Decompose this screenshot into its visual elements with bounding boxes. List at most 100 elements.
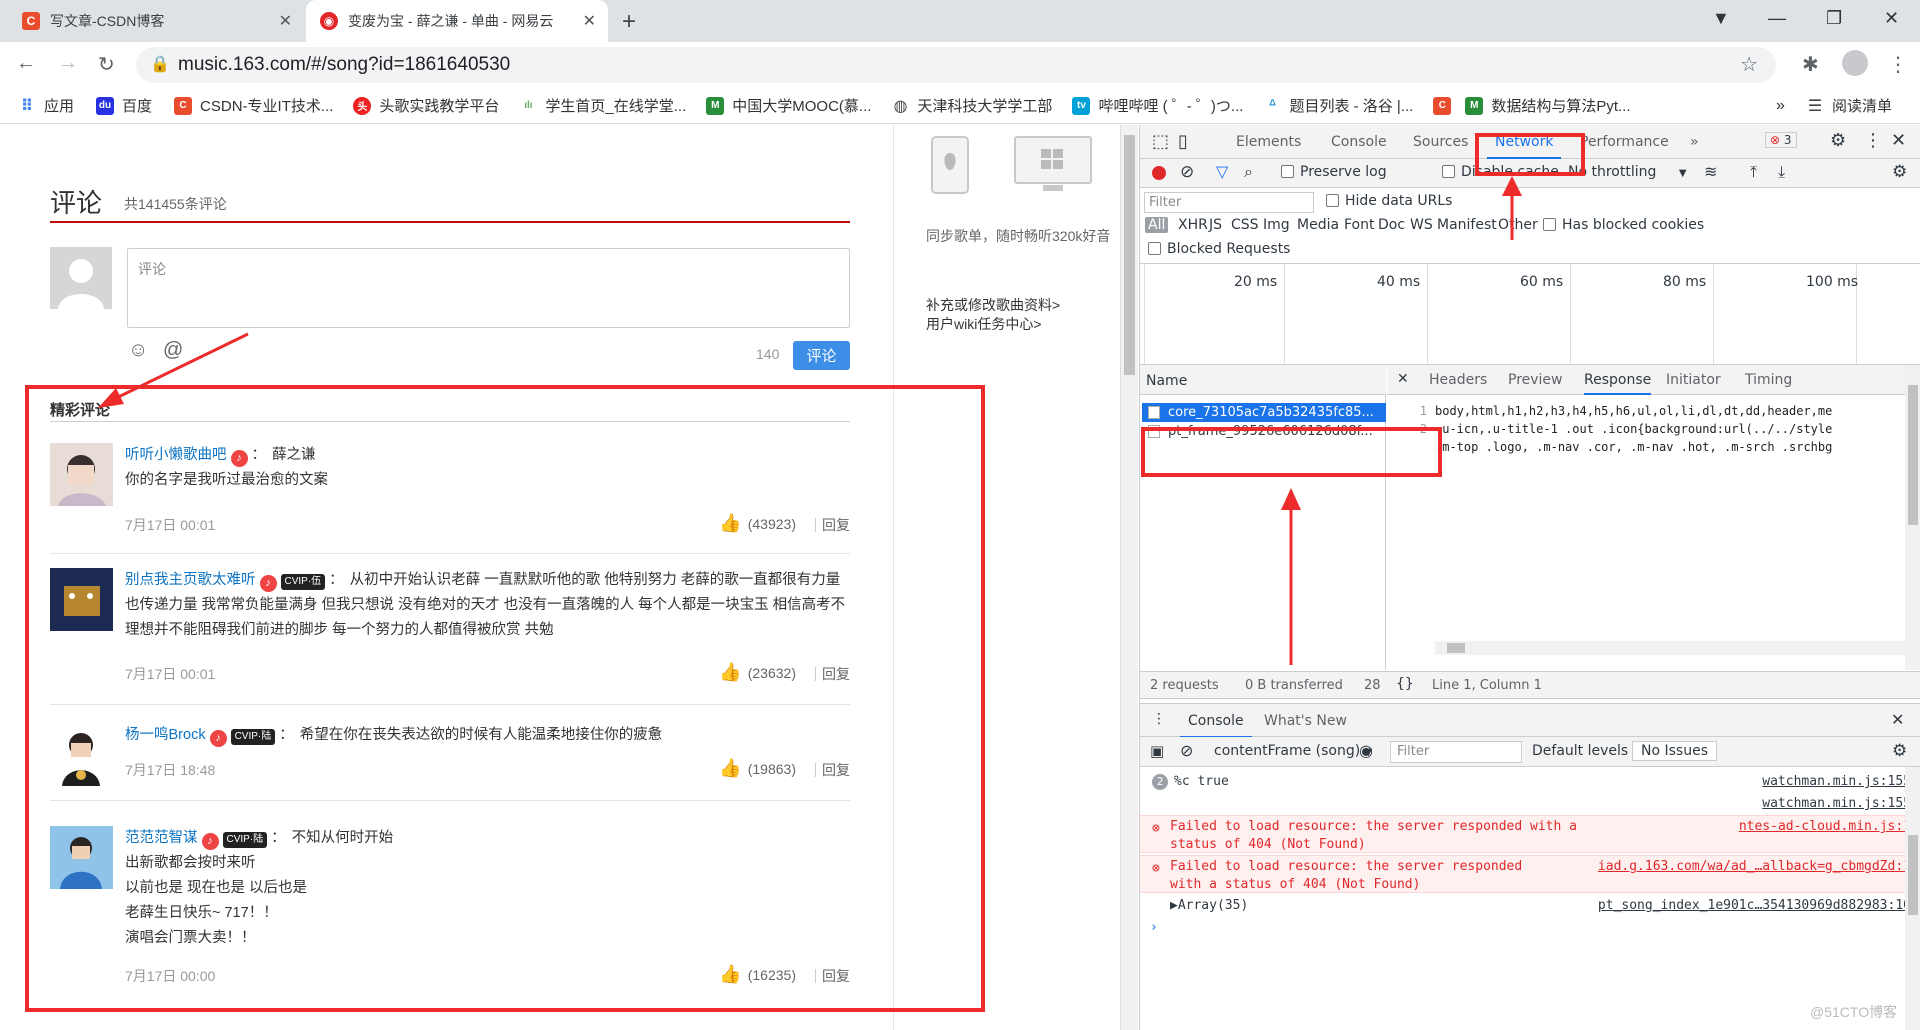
edit-song-info-link[interactable]: 补充或修改歌曲资料> [926, 296, 1060, 315]
bookmark-bilibili[interactable]: tv 哔哩哔哩 ( ゜- ゜)つ... [1072, 95, 1243, 116]
mention-icon[interactable]: @ [163, 339, 183, 362]
bookmark-star-icon[interactable]: ☆ [1740, 52, 1758, 77]
maximize-icon[interactable]: ❐ [1826, 8, 1842, 29]
filter-type-manifest[interactable]: Manifest [1437, 217, 1497, 233]
emoji-icon[interactable]: ☺ [128, 339, 148, 362]
preserve-log-checkbox[interactable]: Preserve log [1281, 164, 1387, 180]
browser-tab-csdn[interactable]: C 写文章-CSDN博客 ✕ [8, 0, 304, 42]
context-select[interactable]: contentFrame (song) ▼ [1214, 743, 1372, 759]
error-counter[interactable]: ⊗ 3 [1765, 132, 1797, 148]
bookmark-csdn[interactable]: C CSDN-专业IT技术... [174, 95, 333, 116]
clear-icon[interactable]: ⊘ [1180, 162, 1194, 182]
window-close-icon[interactable]: ✕ [1884, 8, 1899, 29]
log-levels-select[interactable]: Default levels ▼ [1532, 743, 1640, 759]
hide-data-urls-checkbox[interactable]: Hide data URLs [1326, 193, 1452, 209]
tab-initiator[interactable]: Initiator [1666, 372, 1721, 388]
close-icon[interactable]: ✕ [279, 11, 292, 31]
close-icon[interactable]: ✕ [583, 11, 596, 31]
search-icon[interactable]: ⌕ [1244, 162, 1253, 182]
drawer-tab-console[interactable]: Console [1180, 713, 1252, 738]
devtools-menu-icon[interactable]: ⋮ [1864, 130, 1882, 151]
tab-sources[interactable]: Sources [1413, 134, 1468, 150]
source-link[interactable]: iad.g.163.com/wa/ad_…allback=g_cbmgdZd:1 [1598, 858, 1905, 876]
wiki-task-link[interactable]: 用户wiki任务中心> [926, 315, 1042, 334]
bookmark-baidu[interactable]: du 百度 [96, 95, 152, 116]
filter-type-ws[interactable]: WS [1410, 217, 1433, 233]
network-filter-input[interactable]: Filter [1144, 192, 1314, 213]
source-link[interactable]: watchman.min.js:155 [1762, 773, 1905, 791]
tab-console[interactable]: Console [1331, 134, 1387, 150]
filter-type-xhr[interactable]: XHR [1178, 217, 1208, 233]
reading-list[interactable]: ☰ 阅读清单 [1806, 95, 1892, 116]
live-expression-eye-icon[interactable]: ◉ [1359, 741, 1373, 760]
wifi-conditions-icon[interactable]: ≋ [1704, 162, 1717, 181]
filter-type-css[interactable]: CSS [1231, 217, 1259, 233]
drawer-tab-whats-new[interactable]: What's New [1264, 713, 1347, 729]
bookmark-datastruct[interactable]: M 数据结构与算法Pyt... [1465, 95, 1631, 116]
bookmark-xuetang[interactable]: ılı 学生首页_在线学堂... [519, 95, 686, 116]
filter-type-img[interactable]: Img [1263, 217, 1290, 233]
menu-kebab-icon[interactable]: ⋮ [1888, 52, 1908, 77]
throttling-select[interactable]: No throttling ▼ [1568, 164, 1687, 180]
has-blocked-cookies-checkbox[interactable]: Has blocked cookies [1543, 217, 1704, 233]
back-icon[interactable]: ← [16, 52, 36, 75]
blocked-requests-checkbox[interactable]: Blocked Requests [1148, 241, 1290, 257]
extensions-icon[interactable]: ✱ [1802, 52, 1819, 77]
scrollbar-thumb[interactable] [1908, 835, 1918, 915]
filter-type-other[interactable]: Other [1498, 217, 1538, 233]
device-toolbar-icon[interactable]: ▯ [1178, 131, 1188, 152]
console-scrollbar[interactable] [1905, 767, 1920, 1030]
console-settings-icon[interactable]: ⚙ [1892, 741, 1907, 761]
close-devtools-icon[interactable]: ✕ [1891, 130, 1906, 151]
minimize-icon[interactable]: — [1768, 8, 1786, 29]
tab-response[interactable]: Response [1584, 372, 1652, 395]
scrollbar-thumb[interactable] [1447, 643, 1465, 653]
address-bar[interactable]: 🔒 music.163.com/#/song?id=1861640530 ☆ [136, 47, 1776, 83]
browser-tab-netease[interactable]: ◉ 变废为宝 - 薛之谦 - 单曲 - 网易云 ✕ [306, 0, 608, 42]
import-har-icon[interactable]: ⤒ [1750, 162, 1757, 182]
filter-type-js[interactable]: JS [1209, 217, 1222, 233]
source-link[interactable]: watchman.min.js:155 [1762, 795, 1905, 813]
bookmark-luogu[interactable]: ᐞ 题目列表 - 洛谷 |... [1263, 95, 1413, 116]
tab-timing[interactable]: Timing [1745, 372, 1792, 388]
record-icon[interactable] [1152, 166, 1166, 180]
export-har-icon[interactable]: ⤓ [1778, 162, 1785, 182]
profile-avatar-icon[interactable] [1842, 50, 1868, 76]
bookmark-csdn-2[interactable]: C [1433, 96, 1459, 115]
console-sidebar-icon[interactable]: ▣ [1150, 742, 1164, 760]
reload-icon[interactable]: ↻ [98, 52, 115, 77]
network-settings-icon[interactable]: ⚙ [1892, 162, 1907, 182]
source-link[interactable]: pt_song_index_1e901c…354130969d882983:10 [1598, 897, 1905, 915]
tab-performance[interactable]: Performance [1580, 134, 1669, 150]
comment-input[interactable]: 评论 [127, 248, 850, 328]
new-tab-icon[interactable]: + [622, 8, 636, 36]
source-link[interactable]: ntes-ad-cloud.min.js:1 [1739, 818, 1905, 836]
issues-button[interactable]: No Issues [1632, 741, 1717, 761]
settings-gear-icon[interactable]: ⚙ [1830, 130, 1846, 151]
filter-type-doc[interactable]: Doc [1378, 217, 1405, 233]
horizontal-scrollbar[interactable] [1435, 641, 1905, 655]
name-column-header[interactable]: Name [1140, 365, 1386, 395]
bookmark-mooc[interactable]: M 中国大学MOOC(慕... [706, 95, 871, 116]
clear-console-icon[interactable]: ⊘ [1180, 741, 1193, 760]
tab-search-icon[interactable]: ▼ [1712, 8, 1730, 29]
drawer-menu-icon[interactable]: ⋮ [1152, 711, 1166, 727]
filter-type-all[interactable]: All [1145, 217, 1169, 233]
close-detail-icon[interactable]: ✕ [1397, 371, 1409, 387]
submit-comment-button[interactable]: 评论 [793, 341, 850, 370]
filter-type-media[interactable]: Media [1297, 217, 1339, 233]
tab-elements[interactable]: Elements [1236, 134, 1301, 150]
bookmark-apps[interactable]: ⠿ 应用 [18, 95, 74, 116]
inspect-element-icon[interactable]: ⬚ [1152, 131, 1169, 152]
scrollbar-thumb[interactable] [1908, 385, 1918, 525]
console-message[interactable]: ▶Array(35) pt_song_index_1e901c…35413096… [1140, 897, 1905, 917]
request-row-selected[interactable]: core_73105ac7a5b32435fc85... [1142, 403, 1386, 422]
console-filter-input[interactable]: Filter [1390, 741, 1522, 763]
response-scrollbar[interactable] [1905, 365, 1920, 670]
bookmarks-overflow-icon[interactable]: » [1776, 97, 1785, 115]
forward-icon[interactable]: → [58, 52, 78, 75]
console-prompt[interactable]: › [1140, 919, 1905, 939]
more-tabs-icon[interactable]: » [1690, 134, 1699, 150]
filter-icon[interactable]: ▽ [1216, 162, 1228, 181]
bookmark-tust[interactable]: ◍ 天津科技大学学工部 [891, 95, 1052, 116]
